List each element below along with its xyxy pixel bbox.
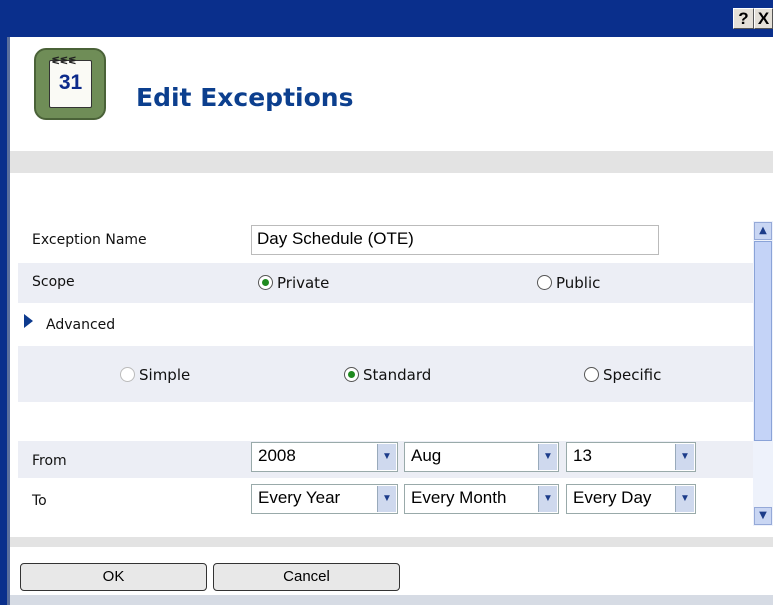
- standard-label: Standard: [363, 366, 432, 384]
- chevron-down-icon[interactable]: ▼: [538, 486, 557, 512]
- private-label: Private: [277, 274, 330, 292]
- scope-private-option[interactable]: Private: [258, 274, 329, 292]
- to-day-value: Every Day: [573, 488, 652, 507]
- mode-standard-option[interactable]: Standard: [344, 366, 431, 384]
- from-row: From 2008 ▼ Aug ▼ 13 ▼: [18, 441, 753, 478]
- to-month-select[interactable]: Every Month ▼: [404, 484, 559, 514]
- public-label: Public: [556, 274, 601, 292]
- mode-simple-option: Simple: [120, 366, 190, 384]
- standard-radio[interactable]: [344, 367, 359, 382]
- footer-divider: [10, 537, 773, 547]
- scope-row: Scope Private Public: [18, 263, 753, 303]
- scope-label: Scope: [32, 274, 75, 290]
- window-titlebar: ? X: [0, 0, 773, 37]
- mode-specific-option[interactable]: Specific: [584, 366, 661, 384]
- from-label: From: [32, 453, 67, 469]
- cancel-button[interactable]: Cancel: [213, 563, 400, 591]
- header-divider: [10, 151, 773, 173]
- public-radio[interactable]: [537, 275, 552, 290]
- private-radio[interactable]: [258, 275, 273, 290]
- scroll-thumb[interactable]: [754, 241, 772, 441]
- to-row: To Every Year ▼ Every Month ▼ Every Day ▼: [18, 482, 753, 522]
- from-year-value: 2008: [258, 446, 296, 465]
- exception-name-label: Exception Name: [32, 232, 147, 248]
- chevron-down-icon[interactable]: ▼: [377, 486, 396, 512]
- calendar-rings: ᓬᓬᓬ: [52, 56, 77, 67]
- specific-radio[interactable]: [584, 367, 599, 382]
- from-year-select[interactable]: 2008 ▼: [251, 442, 398, 472]
- from-day-select[interactable]: 13 ▼: [566, 442, 696, 472]
- chevron-down-icon[interactable]: ▼: [377, 444, 396, 470]
- mode-row: Simple Standard Specific: [18, 346, 753, 402]
- to-month-value: Every Month: [411, 488, 507, 507]
- dialog-header: ᓬᓬᓬ 31 Edit Exceptions: [10, 37, 773, 151]
- from-month-select[interactable]: Aug ▼: [404, 442, 559, 472]
- help-button[interactable]: ?: [733, 8, 754, 29]
- advanced-row: Advanced: [18, 307, 753, 343]
- to-day-select[interactable]: Every Day ▼: [566, 484, 696, 514]
- simple-label: Simple: [139, 366, 191, 384]
- exception-name-row: Exception Name Day Schedule (OTE): [18, 220, 753, 260]
- to-year-select[interactable]: Every Year ▼: [251, 484, 398, 514]
- calendar-icon: ᓬᓬᓬ 31: [34, 48, 106, 120]
- close-button[interactable]: X: [754, 8, 773, 29]
- from-day-value: 13: [573, 446, 592, 465]
- window-frame-left: [0, 37, 10, 605]
- chevron-down-icon[interactable]: ▼: [538, 444, 557, 470]
- chevron-down-icon[interactable]: ▼: [675, 486, 694, 512]
- vertical-scrollbar[interactable]: ▲ ▼: [753, 221, 773, 526]
- scroll-down-icon[interactable]: ▼: [754, 507, 772, 525]
- from-month-value: Aug: [411, 446, 442, 465]
- scope-public-option[interactable]: Public: [537, 274, 600, 292]
- ok-button[interactable]: OK: [20, 563, 207, 591]
- chevron-down-icon[interactable]: ▼: [675, 444, 694, 470]
- exception-form: Exception Name Day Schedule (OTE) Scope …: [18, 220, 753, 525]
- window-bottom-edge: [10, 595, 773, 605]
- specific-label: Specific: [603, 366, 662, 384]
- dialog-title: Edit Exceptions: [136, 83, 354, 112]
- exception-name-input[interactable]: Day Schedule (OTE): [251, 225, 659, 255]
- to-label: To: [32, 493, 47, 509]
- scroll-up-icon[interactable]: ▲: [754, 222, 772, 240]
- to-year-value: Every Year: [258, 488, 341, 507]
- advanced-toggle[interactable]: Advanced: [46, 317, 115, 333]
- expand-triangle-icon[interactable]: [24, 314, 33, 328]
- simple-radio: [120, 367, 135, 382]
- calendar-day-number: 31: [58, 71, 83, 94]
